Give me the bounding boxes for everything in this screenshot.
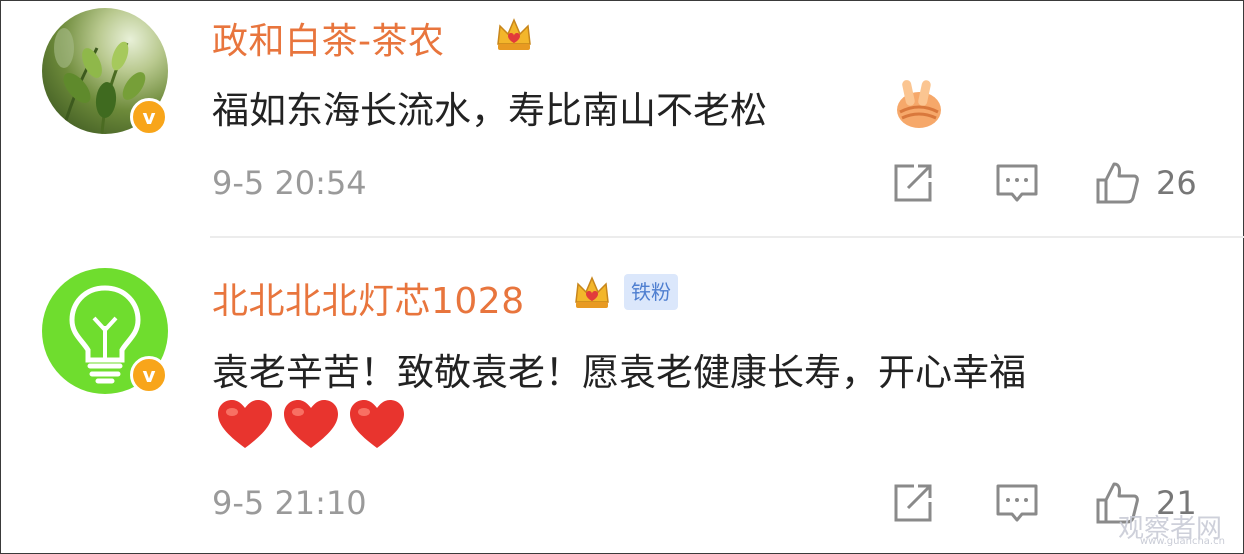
share-icon[interactable] <box>890 160 936 206</box>
username[interactable]: 北北北北灯芯1028 <box>212 272 525 324</box>
share-icon[interactable] <box>890 480 936 526</box>
comment-icon[interactable] <box>994 160 1040 206</box>
comment-item: v 政和白茶-茶农 福如东海长流水，寿比南山不老松 9-5 20:54 26 <box>0 0 1244 236</box>
fan-badge: 铁粉 <box>624 274 678 310</box>
red-heart-emoji <box>284 400 338 448</box>
victory-hand-emoji <box>897 80 941 128</box>
comment-item: v 北北北北灯芯1028 铁粉 袁老辛苦！致敬袁老！愿袁老健康长寿，开心幸福 9… <box>0 238 1244 554</box>
comment-icon[interactable] <box>994 480 1040 526</box>
verified-v-icon: v <box>142 105 156 129</box>
comment-time: 9-5 21:10 <box>212 484 367 522</box>
comment-time: 9-5 20:54 <box>212 164 367 202</box>
verified-v-icon: v <box>142 363 156 387</box>
like-count: 26 <box>1156 164 1197 202</box>
red-heart-emoji <box>218 400 272 448</box>
emoji-row <box>216 398 416 458</box>
thumbs-up-icon[interactable] <box>1094 160 1140 206</box>
crown-icon <box>575 276 609 308</box>
crown-icon <box>497 18 531 50</box>
red-heart-emoji <box>350 400 404 448</box>
comment-text: 袁老辛苦！致敬袁老！愿袁老健康长寿，开心幸福 <box>212 351 1026 394</box>
username[interactable]: 政和白茶-茶农 <box>212 12 445 64</box>
comment-text: 福如东海长流水，寿比南山不老松 <box>212 89 767 132</box>
watermark-url: www.guancha.cn <box>1140 536 1225 547</box>
verified-badge: v <box>130 356 168 394</box>
verified-badge: v <box>130 98 168 136</box>
